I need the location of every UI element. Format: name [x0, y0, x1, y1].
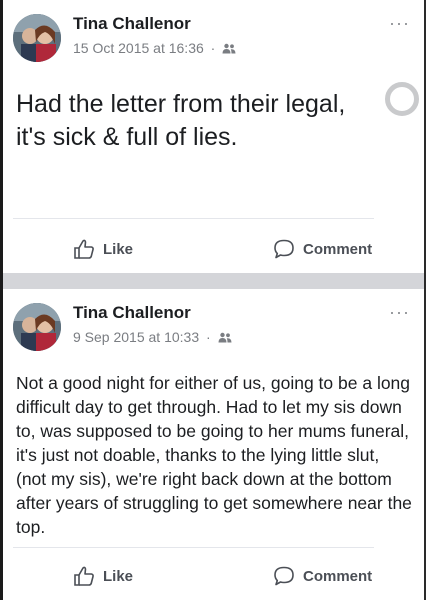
post-timestamp[interactable]: 9 Sep 2015 at 10:33: [73, 329, 199, 345]
comment-icon: [274, 239, 294, 259]
thumbs-up-icon: [74, 566, 94, 586]
post-header: Tina Challenor 9 Sep 2015 at 10:33 · ···: [13, 301, 414, 353]
comment-label: Comment: [303, 240, 373, 258]
post-actions: Like Comment: [3, 232, 424, 266]
post-text-line: Had the letter from their legal,: [16, 90, 346, 118]
avatar-photo: [13, 14, 61, 62]
avatar-photo: [13, 303, 61, 351]
meta-separator: ·: [206, 329, 211, 345]
post: Tina Challenor 9 Sep 2015 at 10:33 · ···…: [3, 289, 424, 600]
like-label: Like: [103, 567, 134, 585]
like-button[interactable]: Like: [73, 559, 133, 593]
post: Tina Challenor 15 Oct 2015 at 16:36 · ··…: [3, 0, 424, 273]
friends-icon: [218, 332, 232, 343]
feed-separator: [3, 273, 424, 289]
post-meta: 15 Oct 2015 at 16:36 ·: [73, 40, 236, 56]
friends-icon: [222, 43, 236, 54]
avatar[interactable]: [13, 14, 61, 62]
comment-button[interactable]: Comment: [273, 559, 372, 593]
meta-separator: ·: [210, 40, 216, 56]
comment-label: Comment: [303, 567, 373, 585]
comment-icon: [274, 566, 294, 586]
assistive-touch-circle[interactable]: [385, 82, 419, 116]
more-options-button[interactable]: ···: [389, 14, 410, 32]
post-meta: 9 Sep 2015 at 10:33 ·: [73, 329, 232, 345]
post-text-line: it's sick & full of lies.: [16, 123, 238, 151]
like-label: Like: [103, 240, 134, 258]
divider: [13, 547, 374, 548]
author-name[interactable]: Tina Challenor: [73, 14, 191, 34]
post-actions: Like Comment: [3, 559, 424, 593]
post-header: Tina Challenor 15 Oct 2015 at 16:36 · ··…: [13, 12, 414, 64]
post-timestamp[interactable]: 15 Oct 2015 at 16:36: [73, 40, 204, 56]
comment-button[interactable]: Comment: [273, 232, 372, 266]
like-button[interactable]: Like: [73, 232, 133, 266]
author-name[interactable]: Tina Challenor: [73, 303, 191, 323]
avatar[interactable]: [13, 303, 61, 351]
divider: [13, 218, 374, 219]
thumbs-up-icon: [74, 239, 94, 259]
more-options-button[interactable]: ···: [389, 303, 410, 321]
post-text: Had the letter from their legal, it's si…: [16, 88, 384, 154]
facebook-feed: Tina Challenor 15 Oct 2015 at 16:36 · ··…: [0, 0, 426, 600]
post-text: Not a good night for either of us, going…: [16, 373, 412, 537]
